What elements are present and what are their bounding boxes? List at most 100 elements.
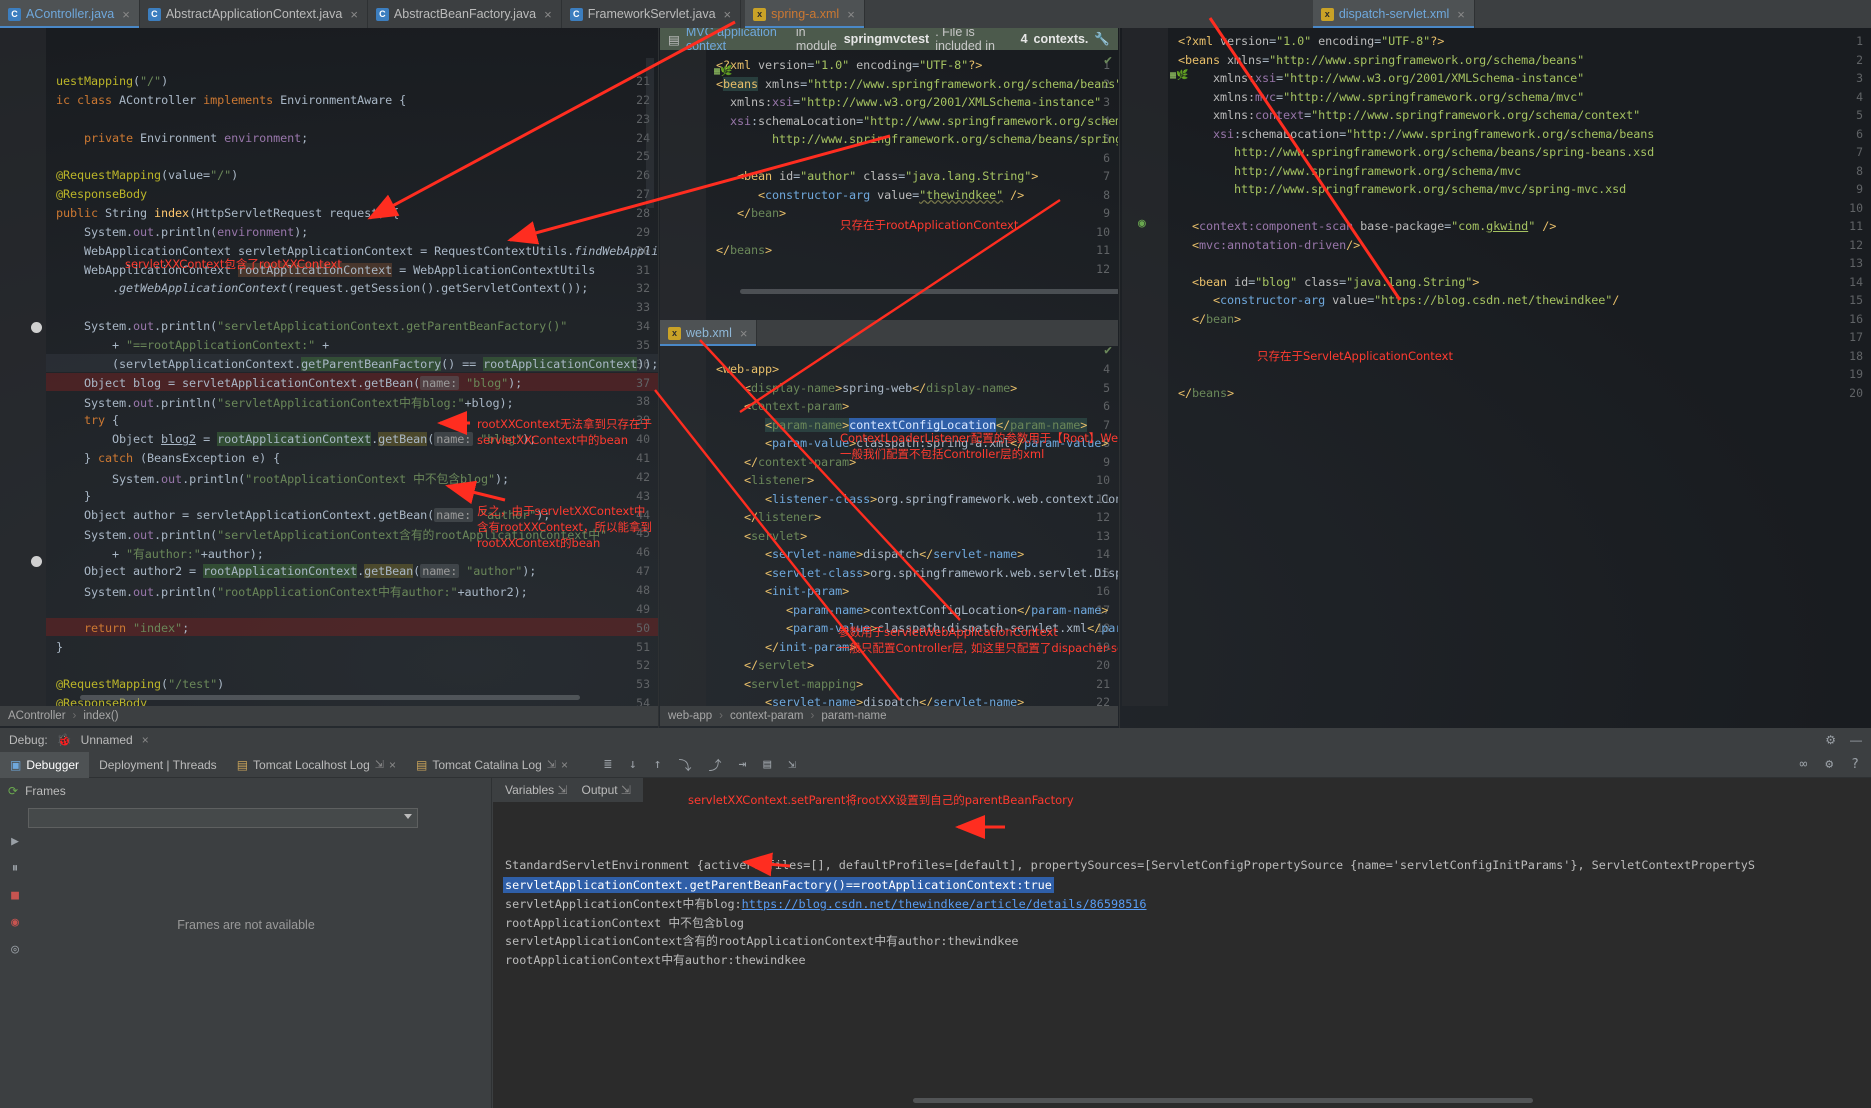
code-line[interactable]: try { — [56, 413, 119, 427]
code-line[interactable]: Object author2 = rootApplicationContext.… — [56, 564, 536, 579]
tab-acontroller-java[interactable]: C AController.java × — [0, 0, 140, 28]
pin-icon[interactable]: ⇲ — [375, 758, 384, 771]
code-line[interactable]: <listener> — [716, 473, 814, 487]
spring-a-xml-pane[interactable]: 1 2 3 4 5 6 7 8 9 10 11 12 <?xml version="1.0" enco… — [660, 50, 1118, 320]
spring-bean-icon[interactable]: ▦🌿 — [1170, 70, 1188, 81]
code-line[interactable]: <beans xmlns="http://www.springframework… — [716, 76, 1118, 91]
web-xml-gutter[interactable] — [660, 340, 706, 706]
close-icon[interactable]: × — [740, 326, 748, 341]
code-line[interactable]: </bean> — [716, 206, 786, 220]
console-line[interactable]: servletApplicationContext中有blog:https://… — [505, 895, 1147, 912]
refresh-icon[interactable]: ⟳ — [8, 784, 18, 798]
tab-abstractbeanfactory-java[interactable]: C AbstractBeanFactory.java × — [367, 0, 562, 28]
code-line[interactable]: xsi:schemaLocation="http://www.springfra… — [1178, 127, 1654, 141]
code-line[interactable]: Object blog2 = rootApplicationContext.ge… — [56, 432, 536, 447]
console-line[interactable]: rootApplicationContext 中不包含blog — [505, 914, 744, 931]
breadcrumb-class[interactable]: AController — [8, 710, 66, 722]
code-line[interactable]: return "index"; — [56, 621, 189, 635]
code-line[interactable]: http://www.springframework.org/schema/mv… — [1178, 182, 1626, 196]
code-line[interactable]: @RequestMapping(value="/") — [56, 168, 238, 182]
close-icon[interactable]: × — [847, 7, 855, 22]
code-line[interactable]: <constructor-arg value="https://blog.csd… — [1178, 293, 1619, 307]
close-icon[interactable]: × — [122, 7, 130, 22]
code-line[interactable]: </init-param> — [716, 640, 856, 654]
code-line[interactable]: .getWebApplicationContext(request.getSes… — [56, 281, 588, 295]
code-line[interactable]: System.out.println(environment); — [56, 225, 308, 239]
gear-icon[interactable]: ⚙ — [1825, 733, 1836, 747]
spring-a-gutter[interactable] — [660, 50, 706, 320]
horizontal-scrollbar[interactable] — [80, 695, 580, 700]
code-line[interactable]: + "有author:"+author); — [56, 545, 264, 562]
close-icon[interactable]: × — [544, 7, 552, 22]
code-line[interactable]: xmlns:mvc="http://www.springframework.or… — [1178, 90, 1584, 104]
pin-icon[interactable]: ⇲ — [557, 783, 567, 797]
breadcrumb-context-param[interactable]: context-param — [730, 710, 804, 722]
debug-tab-tomcat-localhost-log[interactable]: ▤ Tomcat Localhost Log ⇲ × — [227, 752, 406, 778]
web-xml-pane[interactable]: 4567891011121314151617181920212223 <web-… — [660, 340, 1118, 706]
mute-breakpoints-icon[interactable]: ◉ — [11, 915, 19, 930]
code-line[interactable]: public String index(HttpServletRequest r… — [56, 206, 399, 220]
step-over-icon[interactable]: ⤵ — [678, 755, 691, 774]
code-line[interactable]: System.out.println("servletApplicationCo… — [56, 394, 514, 411]
banner-context-name[interactable]: MVC application context — [686, 25, 790, 53]
code-line[interactable]: <mvc:annotation-driven/> — [1178, 238, 1360, 252]
code-line[interactable]: <bean id="author" class="java.lang.Strin… — [716, 169, 1038, 183]
code-line[interactable]: Object blog = servletApplicationContext.… — [56, 375, 522, 390]
settings-icon[interactable]: ⚙ — [1825, 757, 1833, 772]
close-icon[interactable]: × — [142, 733, 149, 747]
code-line[interactable]: <servlet-class>org.springframework.web.s… — [716, 566, 1118, 580]
console-panel[interactable]: Variables ⇲ Output ⇲ StandardServletEnvi… — [493, 778, 1871, 1108]
console-line[interactable]: StandardServletEnvironment {activeProfil… — [505, 858, 1755, 872]
code-line[interactable]: <context-param> — [716, 399, 849, 413]
code-line[interactable]: xsi:schemaLocation="http://www.springfra… — [716, 114, 1118, 128]
code-line[interactable]: System.out.println("rootApplicationConte… — [56, 583, 528, 600]
debug-tab-tomcat-catalina-log[interactable]: ▤ Tomcat Catalina Log ⇲ × — [406, 752, 578, 778]
code-line[interactable]: } — [56, 640, 63, 654]
close-icon[interactable]: × — [724, 7, 732, 22]
code-line[interactable]: </context-param> — [716, 455, 856, 469]
code-line[interactable]: <bean id="blog" class="java.lang.String"… — [1178, 275, 1479, 289]
help-icon[interactable]: ? — [1851, 757, 1859, 772]
pane-divider[interactable] — [1119, 28, 1120, 728]
breadcrumb-param-name[interactable]: param-name — [821, 710, 886, 722]
code-line[interactable]: http://www.springframework.org/schema/mv… — [1178, 164, 1521, 178]
pin-icon[interactable]: ⇲ — [621, 783, 631, 797]
component-scan-icon[interactable]: ◉ — [1138, 216, 1146, 231]
code-line[interactable]: <servlet-name>dispatch</servlet-name> — [716, 695, 1024, 706]
inspection-ok-icon[interactable]: ✔ — [1104, 53, 1112, 68]
code-line[interactable]: private Environment environment; — [56, 131, 308, 145]
code-line[interactable]: </beans> — [1178, 386, 1234, 400]
wrench-icon[interactable]: 🔧 — [1094, 32, 1110, 47]
code-line[interactable]: (servletApplicationContext.getParentBean… — [56, 356, 658, 371]
code-line[interactable]: <servlet-mapping> — [716, 677, 863, 691]
spring-bean-icon[interactable]: ▦🌿 — [714, 66, 732, 77]
trace-icon[interactable]: ⇲ — [788, 757, 796, 772]
step-out-icon[interactable]: ⤴ — [709, 755, 722, 774]
evaluate-icon[interactable]: ▤ — [763, 757, 771, 772]
tab-frameworkservlet-java[interactable]: C FrameworkServlet.java × — [561, 0, 742, 28]
pin-icon[interactable]: ⇲ — [547, 758, 556, 771]
arrow-down-icon[interactable]: ↓ — [629, 757, 637, 772]
code-line[interactable]: } catch (BeansException e) { — [56, 451, 280, 465]
thread-selector[interactable] — [28, 808, 418, 828]
debug-tab-deployment-threads[interactable]: Deployment | Threads — [89, 752, 227, 778]
console-output[interactable]: StandardServletEnvironment {activeProfil… — [493, 802, 1871, 1108]
breadcrumb-method[interactable]: index() — [83, 710, 118, 722]
code-line[interactable]: System.out.println("servletApplicationCo… — [56, 319, 567, 333]
code-line[interactable]: System.out.println("rootApplicationConte… — [56, 470, 509, 487]
console-line[interactable]: rootApplicationContext中有author:thewindke… — [505, 951, 806, 968]
editor-minimap[interactable] — [646, 58, 654, 208]
code-line[interactable]: <web-app> — [716, 362, 779, 376]
web-xml-breadcrumb[interactable]: web-app › context-param › param-name — [660, 706, 1118, 726]
minimize-icon[interactable]: — — [1850, 733, 1862, 747]
tab-spring-a-xml[interactable]: x spring-a.xml × — [745, 0, 865, 28]
breakpoint-icon[interactable] — [31, 322, 42, 333]
debug-side-toolbar[interactable]: ▶ ⏸ ■ ◉ ◎ — [4, 834, 26, 957]
code-line[interactable]: <beans xmlns="http://www.springframework… — [1178, 53, 1584, 67]
breadcrumb-web-app[interactable]: web-app — [668, 710, 712, 722]
code-line[interactable]: <init-param> — [716, 584, 849, 598]
code-line[interactable]: <servlet-name>dispatch</servlet-name> — [716, 547, 1024, 561]
stop-icon[interactable]: ■ — [11, 888, 19, 903]
code-line[interactable]: @RequestMapping("/test") — [56, 677, 224, 691]
code-line[interactable]: ic class AController implements Environm… — [56, 93, 406, 107]
